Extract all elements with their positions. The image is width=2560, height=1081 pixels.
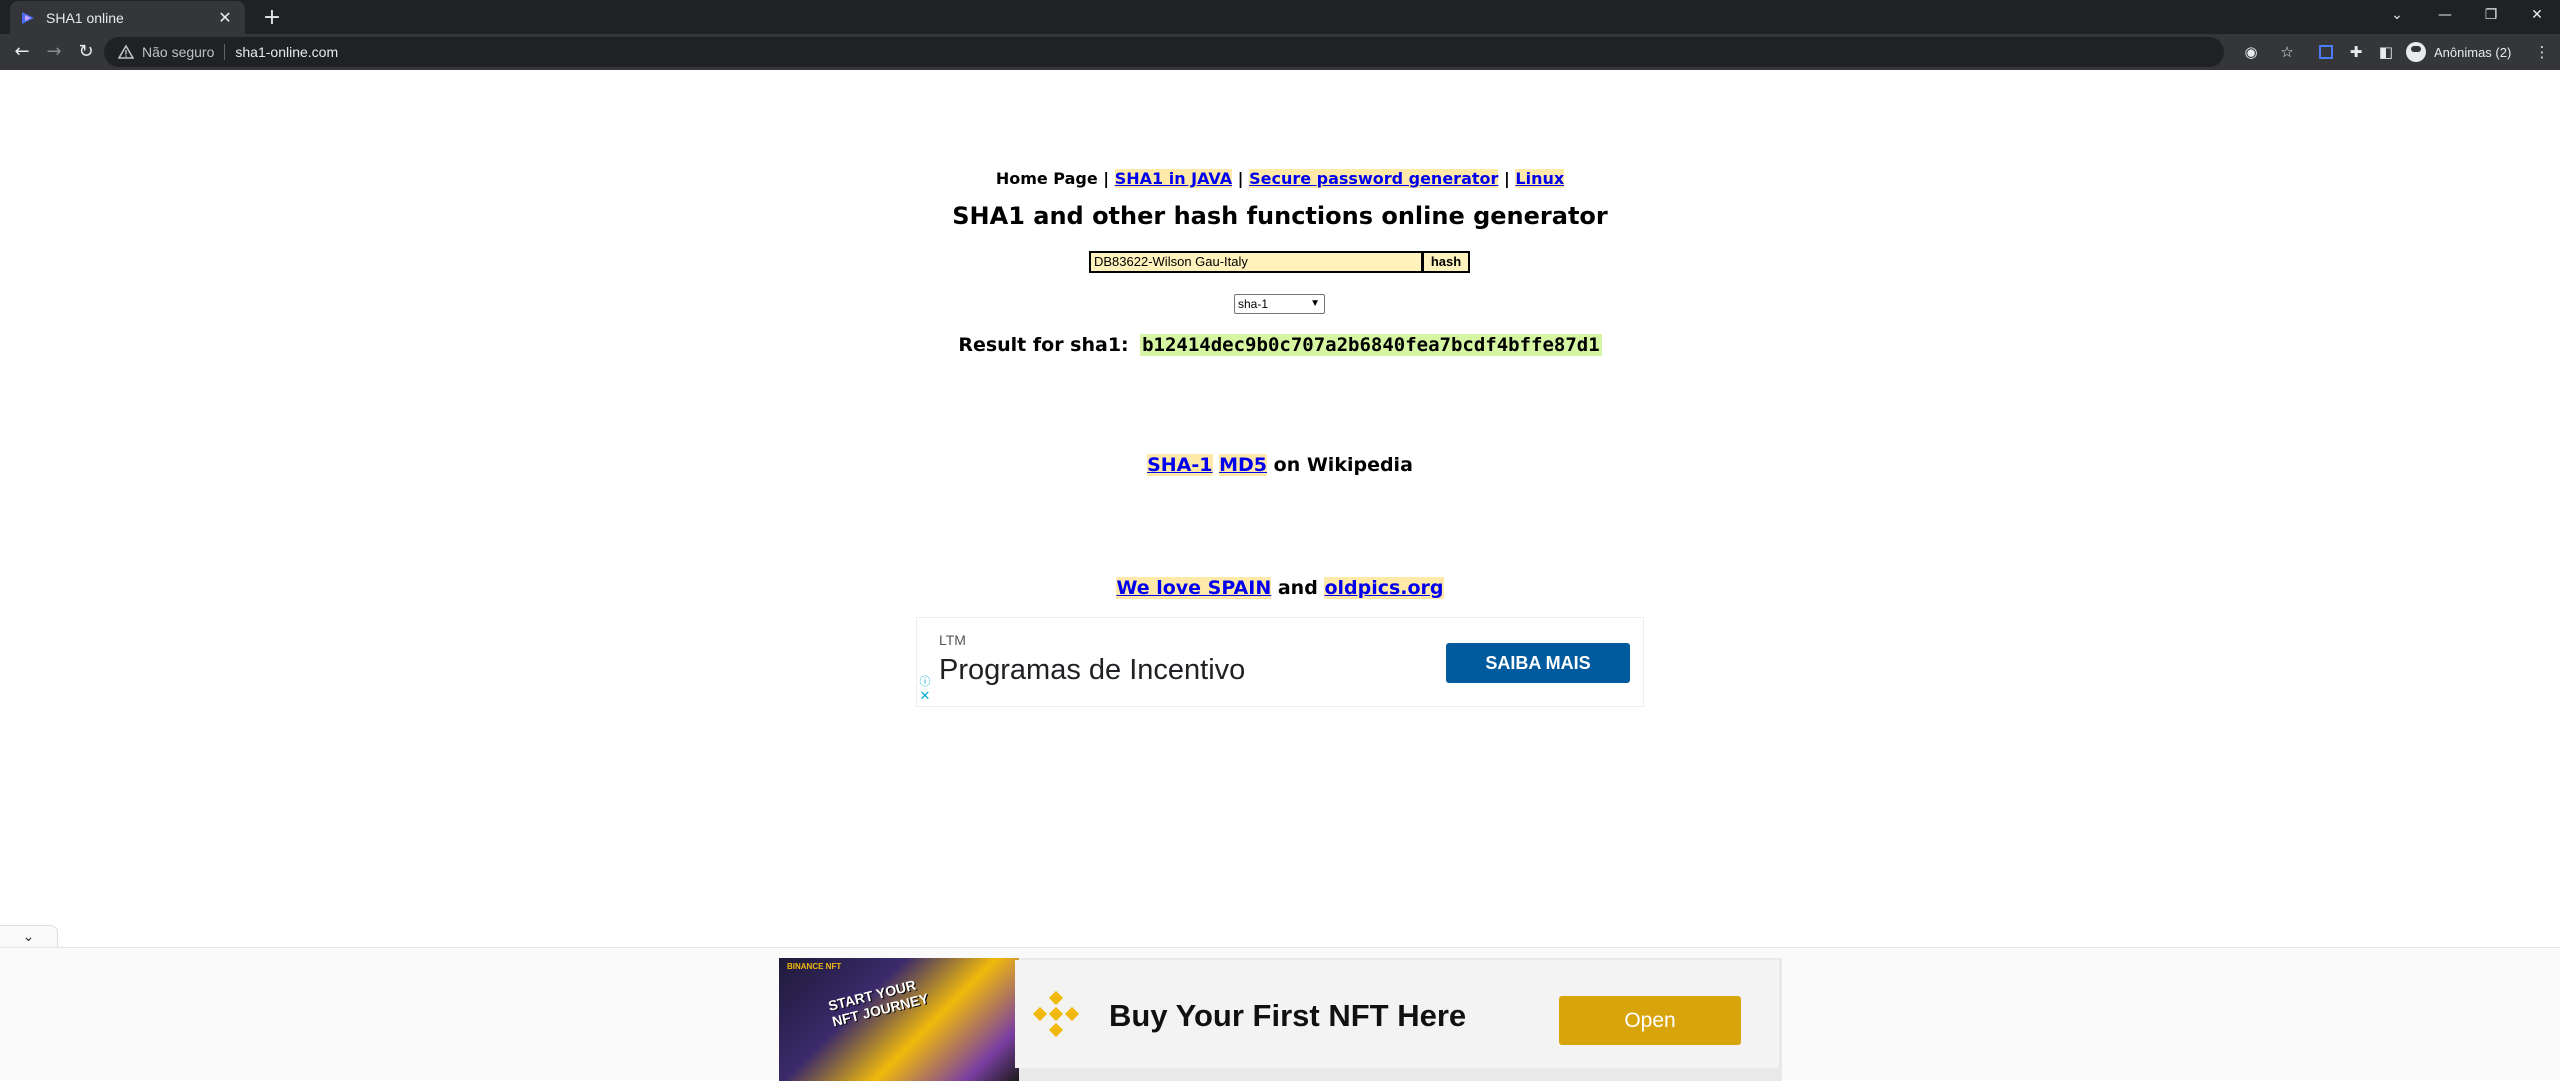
forward-arrow-icon[interactable]: → (40, 38, 68, 66)
wiki-suffix-text: on Wikipedia (1273, 454, 1413, 476)
banner-ad[interactable]: LTM Programas de Incentivo SAIBA MAIS ⓘ … (916, 617, 1644, 707)
side-panel-icon[interactable]: ◧ (2372, 38, 2400, 66)
tracking-blocked-eye-icon[interactable]: ◉ (2236, 37, 2266, 67)
profile-label: Anônimas (2) (2434, 44, 2512, 60)
nav-link-sha1-java[interactable]: SHA1 in JAVA (1114, 169, 1233, 188)
and-text: and (1277, 577, 1318, 599)
tab-close-icon[interactable]: ✕ (215, 8, 235, 27)
nav-separator: | (1237, 169, 1244, 188)
hash-button[interactable]: hash (1423, 251, 1470, 273)
algorithm-selected-value: sha-1 (1238, 297, 1269, 311)
tab-search-chevron-icon[interactable]: ⌄ (2374, 0, 2420, 30)
incognito-profile-button[interactable]: Anônimas (2) (2406, 38, 2511, 66)
hash-form: DB83622-Wilson Gau-Italy hash (1089, 251, 1470, 273)
result-label: Result for sha1: (958, 334, 1129, 356)
hash-text-input[interactable]: DB83622-Wilson Gau-Italy (1089, 251, 1423, 273)
anchor-ad[interactable]: BINANCE NFT START YOUR NFT JOURNEY Buy Y… (779, 958, 1782, 1081)
result-hash-value: b12414dec9b0c707a2b6840fea7bcdf4bffe87d1 (1140, 334, 1602, 356)
nav-link-password-generator[interactable]: Secure password generator (1249, 169, 1499, 188)
ad-nft-artwork: BINANCE NFT START YOUR NFT JOURNEY (779, 958, 1019, 1081)
home-page-label: Home Page (995, 169, 1098, 188)
algorithm-select[interactable]: sha-1 ▼ (1234, 294, 1325, 314)
web-page: Home Page | SHA1 in JAVA | Secure passwo… (0, 70, 2560, 1081)
ad-anchor-headline[interactable]: Buy Your First NFT Here (1109, 998, 1466, 1034)
wikipedia-links: SHA-1 MD5 on Wikipedia (0, 454, 2560, 476)
back-arrow-icon[interactable]: ← (8, 38, 36, 66)
ad-close-icon[interactable]: ✕ (919, 690, 931, 703)
ad-card: Buy Your First NFT Here Open (1015, 960, 1779, 1068)
extensions-puzzle-icon[interactable]: ✚ (2342, 38, 2370, 66)
new-tab-plus-icon[interactable]: + (258, 4, 286, 32)
ad-info-icon[interactable]: ⓘ (919, 676, 931, 688)
wiki-link-md5[interactable]: MD5 (1219, 454, 1268, 476)
wiki-link-sha1[interactable]: SHA-1 (1147, 454, 1213, 476)
ad-open-button[interactable]: Open (1559, 996, 1741, 1045)
select-caret-icon: ▼ (1310, 298, 1320, 309)
nav-separator: | (1503, 169, 1510, 188)
site-favicon-icon (22, 11, 34, 24)
promo-links: We love SPAIN and oldpics.org (0, 577, 2560, 599)
nav-link-linux[interactable]: Linux (1515, 169, 1565, 188)
address-bar[interactable]: Não seguro sha1-online.com ◉ ☆ (104, 37, 2294, 67)
extension-box-icon[interactable] (2312, 38, 2340, 66)
browser-toolbar: ← → ↻ Não seguro sha1-online.com ◉ ☆ ✚ ◧… (0, 34, 2560, 70)
ad-art-brand: BINANCE NFT (787, 962, 842, 971)
ad-cta-button[interactable]: SAIBA MAIS (1446, 643, 1630, 683)
reload-icon[interactable]: ↻ (72, 38, 100, 66)
tab-title: SHA1 online (46, 9, 124, 26)
hash-result: Result for sha1: b12414dec9b0c707a2b6840… (0, 334, 2560, 356)
ad-art-text: START YOUR NFT JOURNEY (827, 975, 931, 1030)
link-oldpics[interactable]: oldpics.org (1324, 577, 1444, 599)
collapse-anchor-chevron-icon[interactable]: ⌄ (0, 925, 58, 947)
restore-window-icon[interactable]: ❐ (2468, 0, 2514, 30)
incognito-avatar-icon (2406, 42, 2426, 62)
browser-tab-strip: SHA1 online ✕ + ⌄ — ❐ ✕ (0, 0, 2560, 34)
top-navigation: Home Page | SHA1 in JAVA | Secure passwo… (0, 169, 2560, 188)
minimize-window-icon[interactable]: — (2422, 0, 2468, 30)
page-title: SHA1 and other hash functions online gen… (952, 202, 1608, 230)
nav-separator: | (1103, 169, 1110, 188)
ad-headline[interactable]: Programas de Incentivo (939, 654, 1245, 687)
browser-menu-kebab-icon[interactable]: ⋮ (2528, 38, 2556, 66)
security-status-label: Não seguro (142, 44, 215, 60)
ad-brand-label: LTM (939, 632, 966, 648)
url-text[interactable]: sha1-online.com (235, 44, 338, 60)
anchor-ad-container: BINANCE NFT START YOUR NFT JOURNEY Buy Y… (0, 947, 2560, 1081)
bookmark-star-icon[interactable]: ☆ (2272, 37, 2302, 67)
link-we-love-spain[interactable]: We love SPAIN (1116, 577, 1272, 599)
close-window-icon[interactable]: ✕ (2514, 0, 2560, 30)
browser-tab[interactable]: SHA1 online ✕ (10, 1, 245, 34)
address-divider (224, 44, 226, 60)
warning-triangle-icon (118, 44, 134, 59)
binance-logo-icon (1032, 990, 1080, 1038)
